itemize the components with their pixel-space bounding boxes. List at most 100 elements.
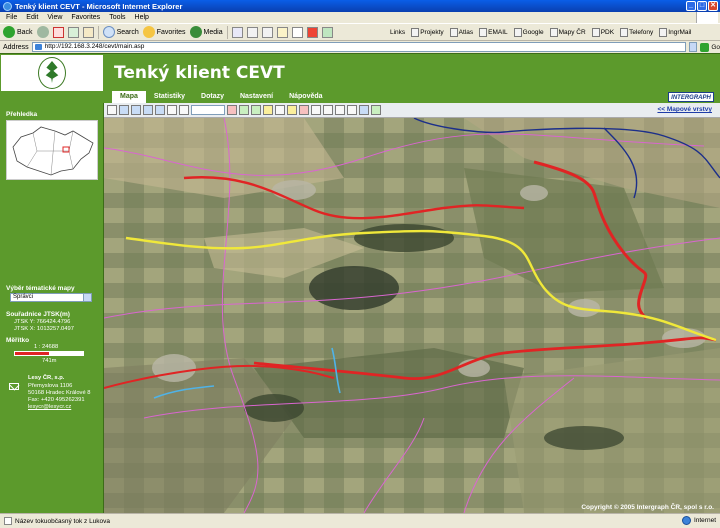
pan-icon[interactable] [167, 105, 177, 115]
media-button[interactable]: Media [189, 26, 223, 38]
refresh-map-icon[interactable] [179, 105, 189, 115]
overview-label: Přehledka [6, 111, 38, 118]
lesy-cr-logo [1, 55, 103, 91]
thematic-map-label: Výběr tématické mapy [6, 285, 75, 292]
clear-icon[interactable] [299, 105, 309, 115]
print-icon[interactable] [261, 26, 273, 38]
menu-help[interactable]: Help [135, 14, 149, 21]
browser-toolbar: Back Search Favorites Media Links Projek… [0, 23, 720, 41]
forward-arrow-icon[interactable] [36, 26, 49, 38]
messenger-icon[interactable] [321, 26, 333, 38]
link-atlas[interactable]: Atlas [450, 28, 473, 37]
app-header: Tenký klient CEVT [0, 53, 720, 91]
map-view[interactable]: Copyright © 2005 Intergraph ČR, spol s r… [104, 118, 720, 513]
menu-favorites[interactable]: Favorites [71, 14, 100, 21]
coords-label: Souřadnice JTSK(m) [6, 311, 70, 318]
tab-statistiky[interactable]: Statistiky [146, 91, 193, 103]
menu-tools[interactable]: Tools [109, 14, 125, 21]
swap-icon[interactable] [371, 105, 381, 115]
bulb-icon[interactable] [287, 105, 297, 115]
settings-icon[interactable] [323, 105, 333, 115]
layer-tool-icon[interactable] [239, 105, 249, 115]
measure-icon[interactable] [227, 105, 237, 115]
redo-icon[interactable] [347, 105, 357, 115]
zoom-extent-icon[interactable] [119, 105, 129, 115]
menu-view[interactable]: View [47, 14, 62, 21]
back-button[interactable]: Back [3, 26, 33, 38]
folder-icon[interactable] [276, 26, 288, 38]
app-title: Tenký klient CEVT [114, 63, 285, 83]
link-telefony[interactable]: Telefony [620, 28, 653, 37]
stop-icon[interactable] [52, 26, 64, 38]
refresh-icon[interactable] [67, 26, 79, 38]
tab-dotazy[interactable]: Dotazy [193, 91, 232, 103]
legend-icon[interactable] [359, 105, 369, 115]
scale-length: 741m [42, 358, 57, 364]
window-controls: _ □ ✕ [686, 1, 718, 11]
zoom-out-icon[interactable] [143, 105, 153, 115]
tab-nastaveni[interactable]: Nastavení [232, 91, 281, 103]
edit-page-icon[interactable] [291, 26, 303, 38]
adobe-icon[interactable] [306, 26, 318, 38]
window-titlebar: Tenký klient CEVT - Microsoft Internet E… [0, 0, 720, 12]
link-projekty[interactable]: Projekty [411, 28, 443, 37]
menu-bar: File Edit View Favorites Tools Help [0, 12, 720, 23]
undo-icon[interactable] [335, 105, 345, 115]
nav-bar: Mapa Statistiky Dotazy Nastavení Nápověd… [0, 91, 720, 103]
link-mapy-cr[interactable]: Mapy ČR [550, 28, 586, 37]
czech-outline-icon [12, 126, 94, 176]
zoom-window-icon[interactable] [155, 105, 165, 115]
links-label: Links [390, 29, 406, 36]
export-icon[interactable] [311, 105, 321, 115]
link-google[interactable]: Google [514, 28, 544, 37]
status-bar: Název tokuobčasný tok z Lukova Internet [0, 513, 720, 528]
thematic-map-select[interactable]: Správci [10, 293, 92, 302]
menu-file[interactable]: File [6, 14, 17, 21]
history-icon[interactable] [231, 26, 243, 38]
nav-tabs: Mapa Statistiky Dotazy Nastavení Nápověd… [112, 91, 331, 103]
address-input[interactable]: http://192.168.3.248/cevt/main.asp [31, 42, 686, 52]
highlight-icon[interactable] [263, 105, 273, 115]
page-icon [4, 517, 12, 525]
scale-select[interactable] [191, 105, 225, 115]
print-map-icon[interactable] [275, 105, 285, 115]
map-toolbar: << Mapové vrstvy [104, 103, 720, 118]
zone-label: Internet [693, 517, 716, 524]
toolbar-separator [97, 25, 99, 39]
link-pdk[interactable]: PDK [592, 28, 614, 37]
overview-map[interactable] [6, 120, 98, 180]
coord-y: JTSK Y: 766424.4796 [14, 319, 71, 325]
sidebar: Přehledka Výběr tématické mapy Správci S… [0, 103, 104, 513]
security-zone: Internet [681, 516, 716, 525]
address-label: Address [3, 43, 29, 51]
link-ingrmail[interactable]: IngrMail [659, 28, 691, 37]
contact-fax: Fax: +420 495262391 [28, 397, 85, 403]
link-email[interactable]: EMAIL [479, 28, 508, 37]
tab-mapa[interactable]: Mapa [112, 91, 146, 103]
zoom-in-icon[interactable] [131, 105, 141, 115]
home-icon[interactable] [82, 26, 94, 38]
scale-value: 1 : 24688 [34, 344, 59, 350]
search-button[interactable]: Search [102, 26, 139, 38]
map-copyright: Copyright © 2005 Intergraph ČR, spol s r… [581, 504, 714, 511]
favorites-button[interactable]: Favorites [142, 26, 186, 38]
mail-icon[interactable] [246, 26, 258, 38]
menu-edit[interactable]: Edit [26, 14, 38, 21]
maximize-button[interactable]: □ [697, 1, 707, 11]
search-icon [102, 26, 115, 38]
select-tool-icon[interactable] [107, 105, 117, 115]
address-bar: Address http://192.168.3.248/cevt/main.a… [0, 41, 720, 53]
globe-icon [681, 516, 691, 525]
contact-email-link[interactable]: lesycr@lesycr.cz [28, 404, 71, 410]
minimize-button[interactable]: _ [686, 1, 696, 11]
map-layers-link[interactable]: << Mapové vrstvy [657, 106, 712, 113]
query-tool-icon[interactable] [251, 105, 261, 115]
intergraph-logo: INTERGRAPH [668, 92, 714, 102]
aerial-map [104, 118, 720, 513]
close-button[interactable]: ✕ [708, 1, 718, 11]
go-button[interactable]: Go [700, 42, 720, 52]
go-arrow-icon [700, 42, 710, 52]
tab-napoveda[interactable]: Nápověda [281, 91, 330, 103]
windows-logo-icon [696, 12, 718, 23]
address-dropdown[interactable] [688, 42, 698, 52]
